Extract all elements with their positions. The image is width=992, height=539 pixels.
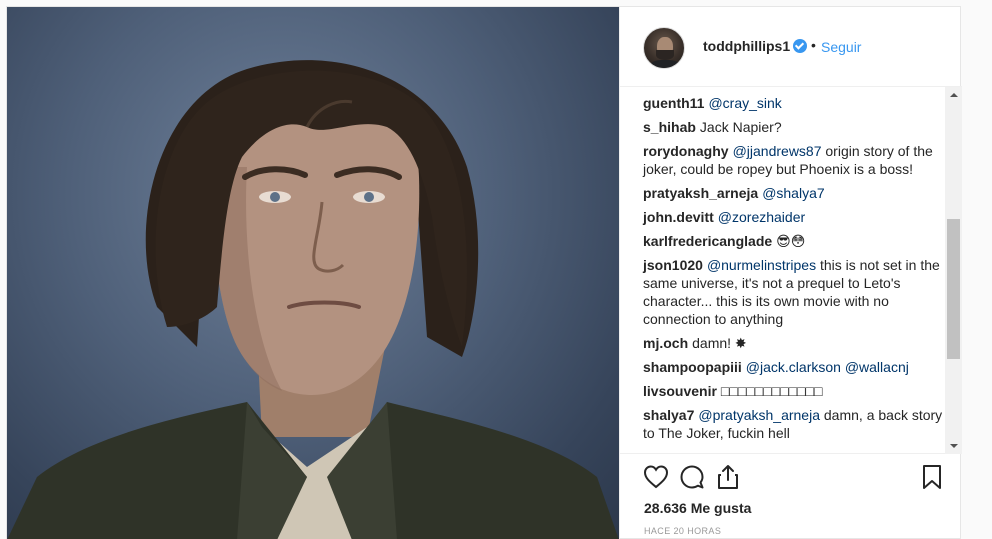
portrait-illustration <box>7 60 619 539</box>
comment-mention-link[interactable]: @jjandrews87 <box>733 143 822 159</box>
comment-username[interactable]: json1020 <box>643 257 703 273</box>
comment-username[interactable]: john.devitt <box>643 209 714 225</box>
comment-item: karlfredericanglade 😎😳 <box>643 232 943 250</box>
comment-username[interactable]: shalya7 <box>643 407 694 423</box>
post-container: toddphillips1 • Seguir guenth11 @cray_sin… <box>6 6 962 539</box>
comment-item: livsouvenir □□□□□□□□□□□□ <box>643 382 943 400</box>
share-icon[interactable] <box>714 463 742 491</box>
comment-mention-link[interactable]: @pratyaksh_arneja <box>698 407 820 423</box>
post-sidebar: toddphillips1 • Seguir guenth11 @cray_sin… <box>619 7 962 539</box>
heart-icon[interactable] <box>642 463 670 491</box>
likes-count[interactable]: 28.636 Me gusta <box>644 500 751 516</box>
comment-username[interactable]: mj.och <box>643 335 688 351</box>
verified-badge-icon <box>793 39 807 53</box>
comment-text: damn! ✸ <box>692 335 747 351</box>
comment-icon[interactable] <box>678 463 706 491</box>
scrollbar-thumb[interactable] <box>947 219 960 359</box>
comment-username[interactable]: shampoopapiii <box>643 359 742 375</box>
post-header: toddphillips1 • Seguir <box>620 7 962 87</box>
bookmark-icon[interactable] <box>918 463 946 491</box>
follow-button[interactable]: Seguir <box>821 39 861 55</box>
comment-item: shalya7 @pratyaksh_arneja damn, a back st… <box>643 406 943 442</box>
comment-username[interactable]: rorydonaghy <box>643 143 729 159</box>
comment-item: guenth11 @cray_sink <box>643 94 943 112</box>
comment-item: pratyaksh_arneja @shalya7 <box>643 184 943 202</box>
author-username[interactable]: toddphillips1 <box>703 38 790 54</box>
comment-item: shampoopapiii @jack.clarkson @wallacnj <box>643 358 943 376</box>
comment-mention-link[interactable]: @shalya7 <box>762 185 824 201</box>
comments-scrollbar[interactable] <box>945 87 962 454</box>
comment-item: json1020 @nurmelinstripes this is not set… <box>643 256 943 328</box>
comment-username[interactable]: karlfredericanglade <box>643 233 772 249</box>
comment-mention-link[interactable]: @jack.clarkson <box>746 359 841 375</box>
post-timestamp[interactable]: HACE 20 HORAS <box>644 526 721 536</box>
action-bar <box>620 455 962 495</box>
comment-mention-link[interactable]: @nurmelinstripes <box>707 257 816 273</box>
comment-item: rorydonaghy @jjandrews87 origin story of … <box>643 142 943 178</box>
post-photo[interactable] <box>7 7 619 539</box>
comment-username[interactable]: guenth11 <box>643 95 704 111</box>
comments-panel[interactable]: guenth11 @cray_sink s_hihab Jack Napier? ror… <box>620 87 962 454</box>
scroll-down-arrow-icon[interactable] <box>945 437 962 454</box>
comment-mention-link[interactable]: @zorezhaider <box>718 209 805 225</box>
comment-text: 😎😳 <box>776 233 806 249</box>
avatar[interactable] <box>643 27 685 69</box>
separator-dot: • <box>811 37 816 53</box>
comment-username[interactable]: s_hihab <box>643 119 696 135</box>
comment-username[interactable]: livsouvenir <box>643 383 717 399</box>
comment-item: mj.och damn! ✸ <box>643 334 943 352</box>
comment-mention-link[interactable]: @wallacnj <box>845 359 909 375</box>
comment-list: guenth11 @cray_sink s_hihab Jack Napier? ror… <box>643 94 943 448</box>
comment-username[interactable]: pratyaksh_arneja <box>643 185 758 201</box>
comment-item: s_hihab Jack Napier? <box>643 118 943 136</box>
scroll-up-arrow-icon[interactable] <box>945 87 962 104</box>
comment-text: □□□□□□□□□□□□ <box>720 383 823 399</box>
comment-text: Jack Napier? <box>699 119 782 135</box>
comment-item: john.devitt @zorezhaider <box>643 208 943 226</box>
comment-mention-link[interactable]: @cray_sink <box>708 95 781 111</box>
